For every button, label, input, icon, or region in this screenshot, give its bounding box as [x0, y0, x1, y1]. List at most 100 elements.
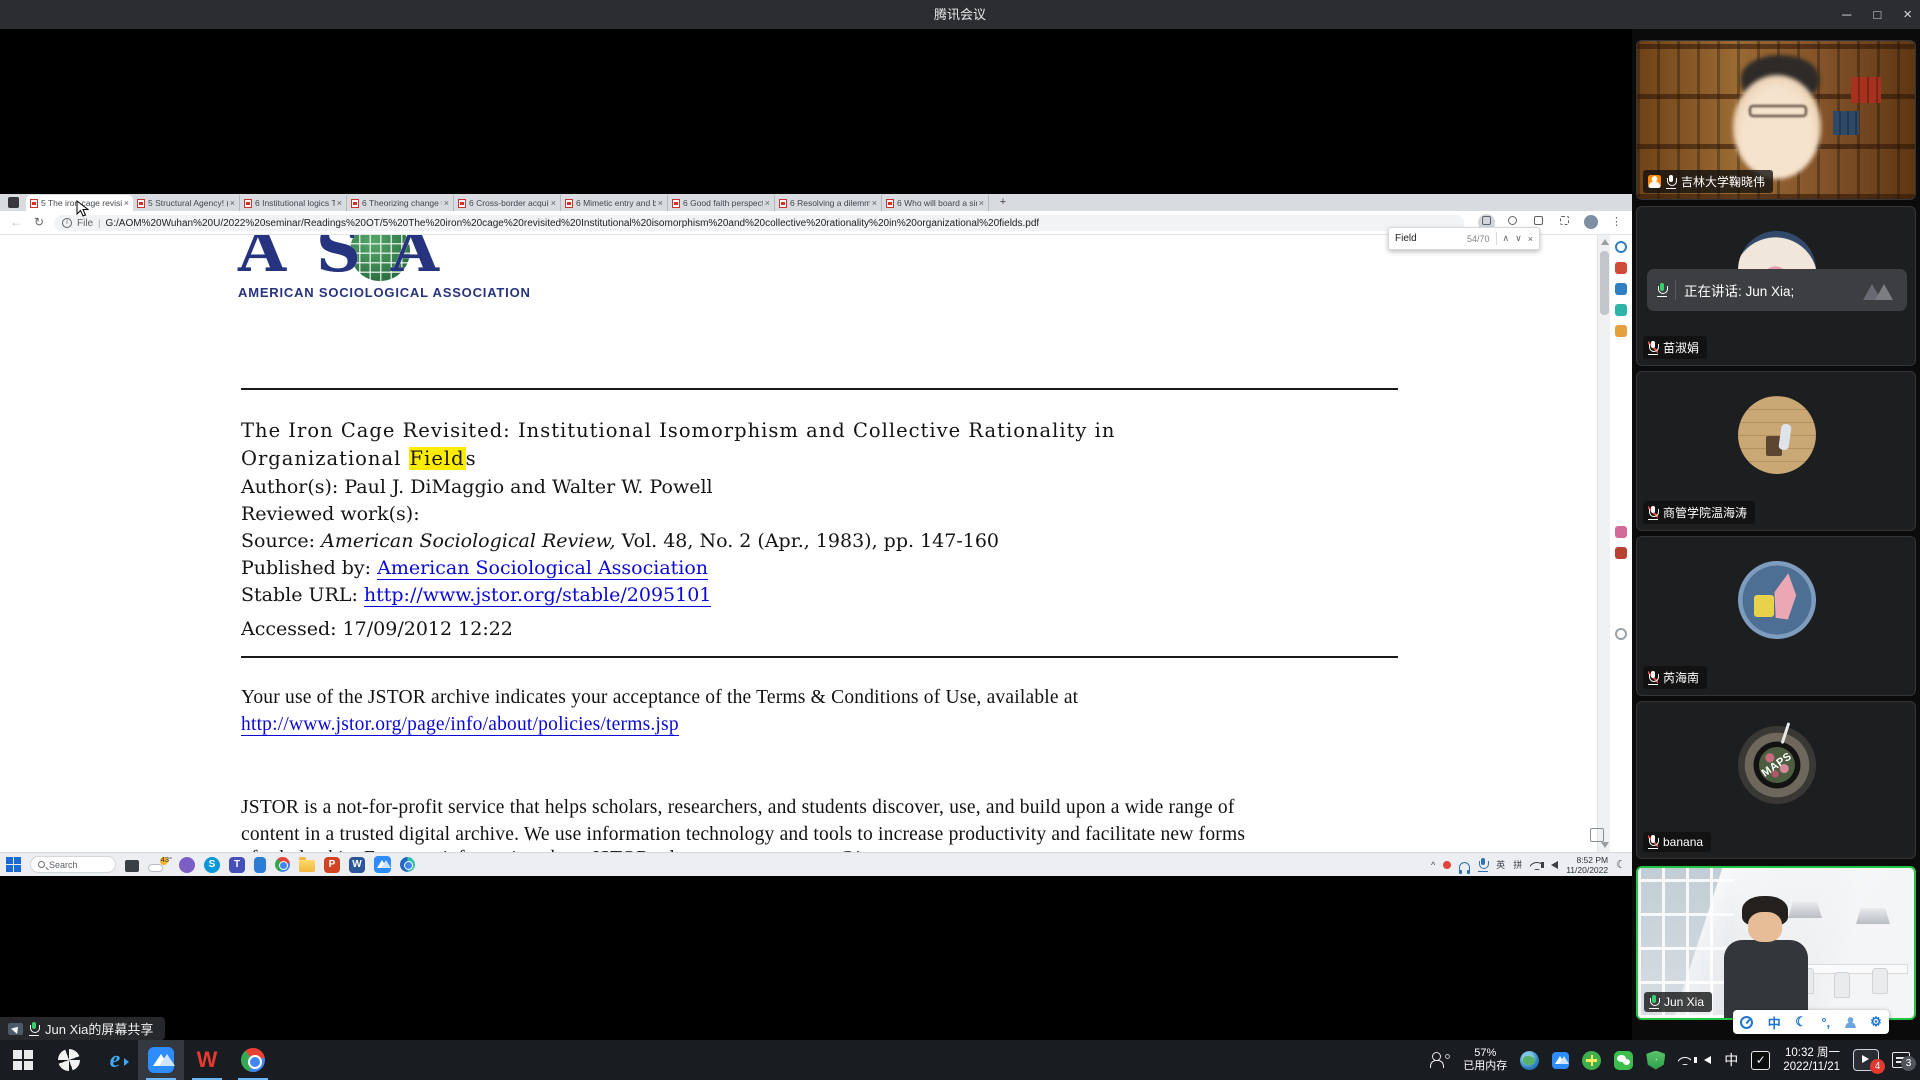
wechat-tray-icon[interactable]: [1614, 1051, 1633, 1070]
edge-icon[interactable]: [400, 857, 415, 872]
internet-explorer-icon[interactable]: e: [92, 1040, 138, 1080]
ime-chinese-mode[interactable]: 中: [1768, 1013, 1781, 1032]
shared-mic-icon[interactable]: [1478, 858, 1488, 872]
wps-office-icon[interactable]: W: [184, 1040, 230, 1080]
maximize-button[interactable]: □: [1873, 7, 1881, 22]
ime-english-indicator[interactable]: 英: [1496, 858, 1505, 871]
chrome-icon[interactable]: [275, 857, 290, 872]
reload-icon[interactable]: ↻: [34, 215, 44, 229]
ime-settings-icon[interactable]: ⚙: [1870, 1014, 1882, 1030]
weather-widget[interactable]: 43°: [148, 857, 170, 873]
tab-close-icon[interactable]: ×: [872, 198, 877, 208]
security-shield-icon[interactable]: [1646, 1051, 1665, 1070]
side-tool-icon[interactable]: [1615, 526, 1627, 538]
ime-toolbar[interactable]: 中 ☾ °, ⚙: [1733, 1010, 1889, 1034]
scroll-down-icon[interactable]: [1601, 842, 1609, 848]
do-not-disturb-icon[interactable]: ☾: [1616, 858, 1626, 871]
tab-close-icon[interactable]: ×: [765, 198, 770, 208]
side-tool-icon[interactable]: [1615, 262, 1627, 274]
ime-account-icon[interactable]: [1845, 1017, 1856, 1028]
pdf-scrollbar[interactable]: [1597, 235, 1610, 852]
tab-close-icon[interactable]: ×: [444, 198, 449, 208]
terms-link[interactable]: http://www.jstor.org/page/info/about/pol…: [241, 714, 679, 736]
tab-close-icon[interactable]: ×: [124, 198, 129, 208]
participant-tile[interactable]: 吉林大学鞠晓伟: [1636, 40, 1916, 200]
ime-pinyin-indicator[interactable]: 拼: [1513, 858, 1522, 871]
new-tab-button[interactable]: +: [996, 196, 1010, 209]
word-icon[interactable]: W: [349, 857, 365, 873]
tab-close-icon[interactable]: ×: [551, 198, 556, 208]
participant-tile-active-speaker[interactable]: Jun Xia: [1636, 866, 1916, 1020]
scrollbar-thumb[interactable]: [1600, 251, 1609, 315]
minimize-button[interactable]: ─: [1842, 7, 1851, 22]
headset-icon[interactable]: [1459, 862, 1470, 871]
tab-close-icon[interactable]: ×: [658, 198, 663, 208]
tab-close-icon[interactable]: ×: [230, 198, 235, 208]
tencent-meeting-taskbar-icon[interactable]: [138, 1040, 184, 1080]
volume-icon[interactable]: [1704, 1056, 1711, 1064]
tab-mimetic-entry[interactable]: 6 Mimetic entry and bandwagon ×: [561, 195, 668, 211]
page-info-icon[interactable]: i: [62, 218, 72, 228]
tray-expand-icon[interactable]: ^: [1431, 860, 1435, 870]
shared-start-button[interactable]: [6, 857, 21, 872]
ime-gauge-icon[interactable]: [1740, 1016, 1753, 1029]
fit-page-icon[interactable]: [1590, 828, 1604, 842]
video-app-tray-icon[interactable]: 4: [1853, 1049, 1879, 1071]
browser-tray-icon[interactable]: [1520, 1051, 1539, 1070]
chat-app-icon[interactable]: [179, 857, 195, 873]
shared-clock[interactable]: 8:52 PM11/20/2022: [1566, 855, 1608, 875]
tab-theorizing-change[interactable]: 6 Theorizing change the role of ×: [347, 195, 454, 211]
close-button[interactable]: ×: [1903, 6, 1912, 23]
pinwheel-app-icon[interactable]: [46, 1040, 92, 1080]
side-tool-icon[interactable]: [1615, 304, 1627, 316]
clock[interactable]: 10:32 周一2022/11/21: [1783, 1046, 1840, 1074]
antivirus-tray-icon[interactable]: [1582, 1051, 1601, 1070]
side-tool-icon[interactable]: [1615, 283, 1627, 295]
document-app-icon[interactable]: [254, 857, 266, 873]
chrome-taskbar-icon[interactable]: [230, 1040, 276, 1080]
participant-tile[interactable]: 正在讲话: Jun Xia; 苗淑娟: [1636, 206, 1916, 366]
participant-tile[interactable]: 芮海南: [1636, 536, 1916, 696]
address-bar[interactable]: i File | G:/AOM%20Wuhan%20U/2022%20semin…: [54, 215, 1464, 231]
back-icon[interactable]: ←: [10, 215, 22, 229]
find-close-icon[interactable]: ×: [1528, 234, 1533, 244]
side-tool-icon[interactable]: [1615, 325, 1627, 337]
tab-sinking-ship[interactable]: 6 Who will board a sinking ship ×: [882, 195, 989, 211]
side-search-icon[interactable]: [1615, 241, 1627, 253]
start-button[interactable]: [0, 1040, 46, 1080]
stable-url-link[interactable]: http://www.jstor.org/stable/2095101: [364, 584, 712, 607]
tencent-meeting-tray-icon[interactable]: [1552, 1052, 1569, 1069]
browser-menu-icon[interactable]: ⋮: [1610, 216, 1623, 229]
side-comment-icon[interactable]: [1615, 628, 1627, 640]
skype-icon[interactable]: S: [204, 857, 220, 873]
profile-avatar-icon[interactable]: [1584, 215, 1598, 229]
checkbox-tray-icon[interactable]: ✓: [1751, 1051, 1770, 1070]
tab-cross-border[interactable]: 6 Cross-border acquisitions by s ×: [454, 195, 561, 211]
find-previous-icon[interactable]: ∧: [1503, 233, 1510, 244]
people-icon[interactable]: [1430, 1052, 1450, 1068]
file-explorer-icon[interactable]: [299, 860, 315, 872]
network-icon[interactable]: [1678, 1055, 1691, 1065]
tab-institutional-logics[interactable]: 6 Institutional logics Thornton.p ×: [240, 195, 347, 211]
side-tool-icon[interactable]: [1615, 547, 1627, 559]
find-query[interactable]: Field: [1395, 233, 1461, 244]
tencent-meeting-icon[interactable]: [374, 856, 391, 873]
participant-tile[interactable]: MAPS banana: [1636, 701, 1916, 859]
participant-tile[interactable]: 商管学院温海涛: [1636, 371, 1916, 531]
scroll-up-icon[interactable]: [1601, 239, 1609, 245]
tab-structural-agency[interactable]: 5 Structural Agency! (and other ×: [133, 195, 240, 211]
shared-volume-icon[interactable]: [1551, 861, 1558, 869]
tab-close-icon[interactable]: ×: [337, 198, 342, 208]
task-view-icon[interactable]: [125, 860, 139, 872]
publisher-link[interactable]: American Sociological Association: [377, 557, 708, 580]
ime-punctuation-icon[interactable]: °,: [1821, 1015, 1830, 1030]
memory-usage[interactable]: 57%已用内存: [1463, 1047, 1507, 1073]
tab-resolving-dilemma[interactable]: 6 Resolving a dilemma of signal ×: [775, 195, 882, 211]
ime-indicator[interactable]: 中: [1724, 1050, 1738, 1070]
teams-icon[interactable]: T: [229, 857, 245, 873]
ime-halfwidth-icon[interactable]: ☾: [1795, 1014, 1807, 1030]
tab-good-faith[interactable]: 6 Good faith perspective.pdf ×: [668, 195, 775, 211]
tab-close-icon[interactable]: ×: [979, 198, 984, 208]
action-center-icon[interactable]: 3: [1892, 1052, 1910, 1068]
find-bar[interactable]: Field 54/70 ∧ ∨ ×: [1388, 227, 1540, 250]
